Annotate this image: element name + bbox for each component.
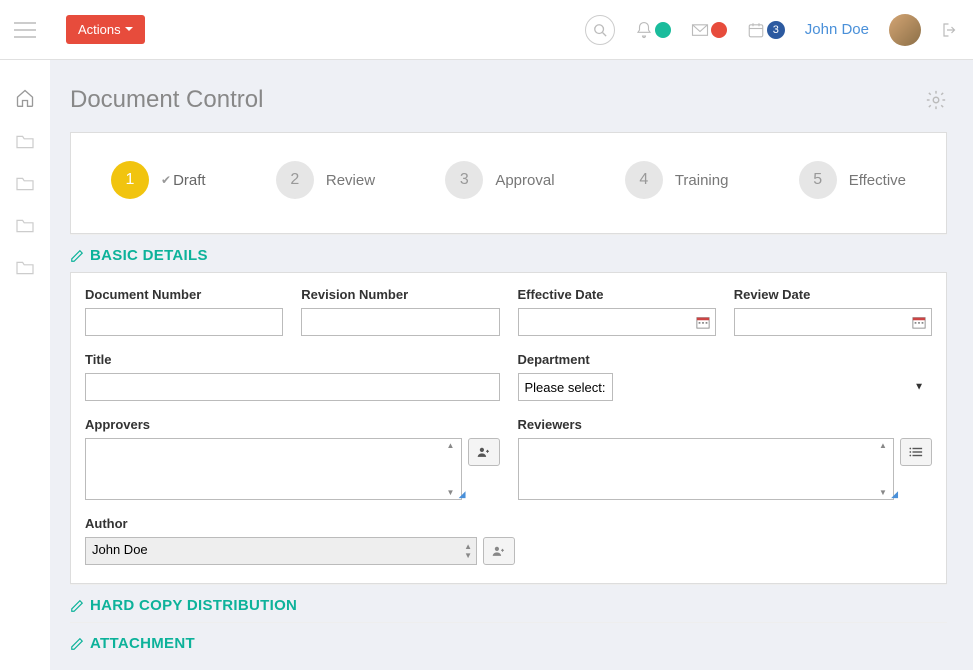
step-number: 3 xyxy=(445,161,483,199)
step-number: 4 xyxy=(625,161,663,199)
folder-icon[interactable] xyxy=(15,134,35,150)
chevron-down-icon: ▼ xyxy=(914,382,924,393)
page-title: Document Control xyxy=(70,86,263,114)
calendar-button[interactable]: 3 xyxy=(747,21,785,39)
step-number: 5 xyxy=(799,161,837,199)
messages-indicator xyxy=(711,22,727,38)
home-icon[interactable] xyxy=(15,88,35,108)
calendar-picker-icon[interactable] xyxy=(912,315,926,329)
menu-toggle[interactable] xyxy=(14,22,36,38)
bell-icon xyxy=(635,21,653,39)
doc-number-label: Document Number xyxy=(85,287,283,302)
step-label: Effective xyxy=(849,172,906,189)
calendar-icon xyxy=(747,21,765,39)
gear-icon[interactable] xyxy=(925,89,947,111)
chevron-down-icon xyxy=(125,27,133,32)
author-field[interactable]: John Doe ▲▼ xyxy=(85,537,477,565)
section-basic-details[interactable]: Basic Details xyxy=(70,234,947,272)
effective-date-input[interactable] xyxy=(518,308,716,336)
notifications-indicator xyxy=(655,22,671,38)
review-date-label: Review Date xyxy=(734,287,932,302)
envelope-icon xyxy=(691,22,709,38)
step-training[interactable]: 4 Training xyxy=(625,161,729,199)
folder-icon[interactable] xyxy=(15,176,35,192)
step-approval[interactable]: 3 Approval xyxy=(445,161,554,199)
department-label: Department xyxy=(518,352,933,367)
section-hard-copy[interactable]: Hard Copy Distribution xyxy=(70,584,947,622)
user-name[interactable]: John Doe xyxy=(805,21,869,38)
edit-icon xyxy=(70,249,84,263)
effective-date-label: Effective Date xyxy=(518,287,716,302)
wizard-steps: 1 ✔Draft 2 Review 3 Approval 4 Training … xyxy=(70,132,947,234)
step-label: Review xyxy=(326,172,375,189)
step-number: 2 xyxy=(276,161,314,199)
edit-icon xyxy=(70,637,84,651)
rev-number-input[interactable] xyxy=(301,308,499,336)
doc-number-input[interactable] xyxy=(85,308,283,336)
reviewers-list[interactable]: ▲▼ ◢ xyxy=(518,438,895,500)
messages-button[interactable] xyxy=(691,22,727,38)
calendar-badge: 3 xyxy=(767,21,785,39)
notifications-button[interactable] xyxy=(635,21,671,39)
folder-icon[interactable] xyxy=(15,260,35,276)
actions-button-label: Actions xyxy=(78,22,121,37)
avatar[interactable] xyxy=(889,14,921,46)
author-value: John Doe xyxy=(92,542,148,557)
section-attachment[interactable]: Attachment xyxy=(70,622,947,660)
review-date-input[interactable] xyxy=(734,308,932,336)
rev-number-label: Revision Number xyxy=(301,287,499,302)
select-reviewers-button[interactable] xyxy=(900,438,932,466)
approvers-list[interactable]: ▲▼ ◢ xyxy=(85,438,462,500)
reviewers-label: Reviewers xyxy=(518,417,933,432)
author-label: Author xyxy=(85,516,515,531)
title-input[interactable] xyxy=(85,373,500,401)
logout-icon[interactable] xyxy=(941,21,959,39)
approvers-label: Approvers xyxy=(85,417,500,432)
add-author-button[interactable] xyxy=(483,537,515,565)
add-approver-button[interactable] xyxy=(468,438,500,466)
step-review[interactable]: 2 Review xyxy=(276,161,375,199)
folder-icon[interactable] xyxy=(15,218,35,234)
list-icon xyxy=(909,446,923,458)
step-label: Training xyxy=(675,172,729,189)
search-icon xyxy=(593,23,607,37)
step-label: Draft xyxy=(173,172,206,189)
search-button[interactable] xyxy=(585,15,615,45)
department-select[interactable]: Please select: xyxy=(518,373,613,401)
edit-icon xyxy=(70,599,84,613)
check-icon: ✔ xyxy=(161,173,171,187)
user-plus-icon xyxy=(477,446,491,458)
title-label: Title xyxy=(85,352,500,367)
step-draft[interactable]: 1 ✔Draft xyxy=(111,161,206,199)
step-effective[interactable]: 5 Effective xyxy=(799,161,906,199)
actions-button[interactable]: Actions xyxy=(66,15,145,44)
step-label: Approval xyxy=(495,172,554,189)
step-number: 1 xyxy=(111,161,149,199)
user-plus-icon xyxy=(492,545,506,557)
calendar-picker-icon[interactable] xyxy=(696,315,710,329)
